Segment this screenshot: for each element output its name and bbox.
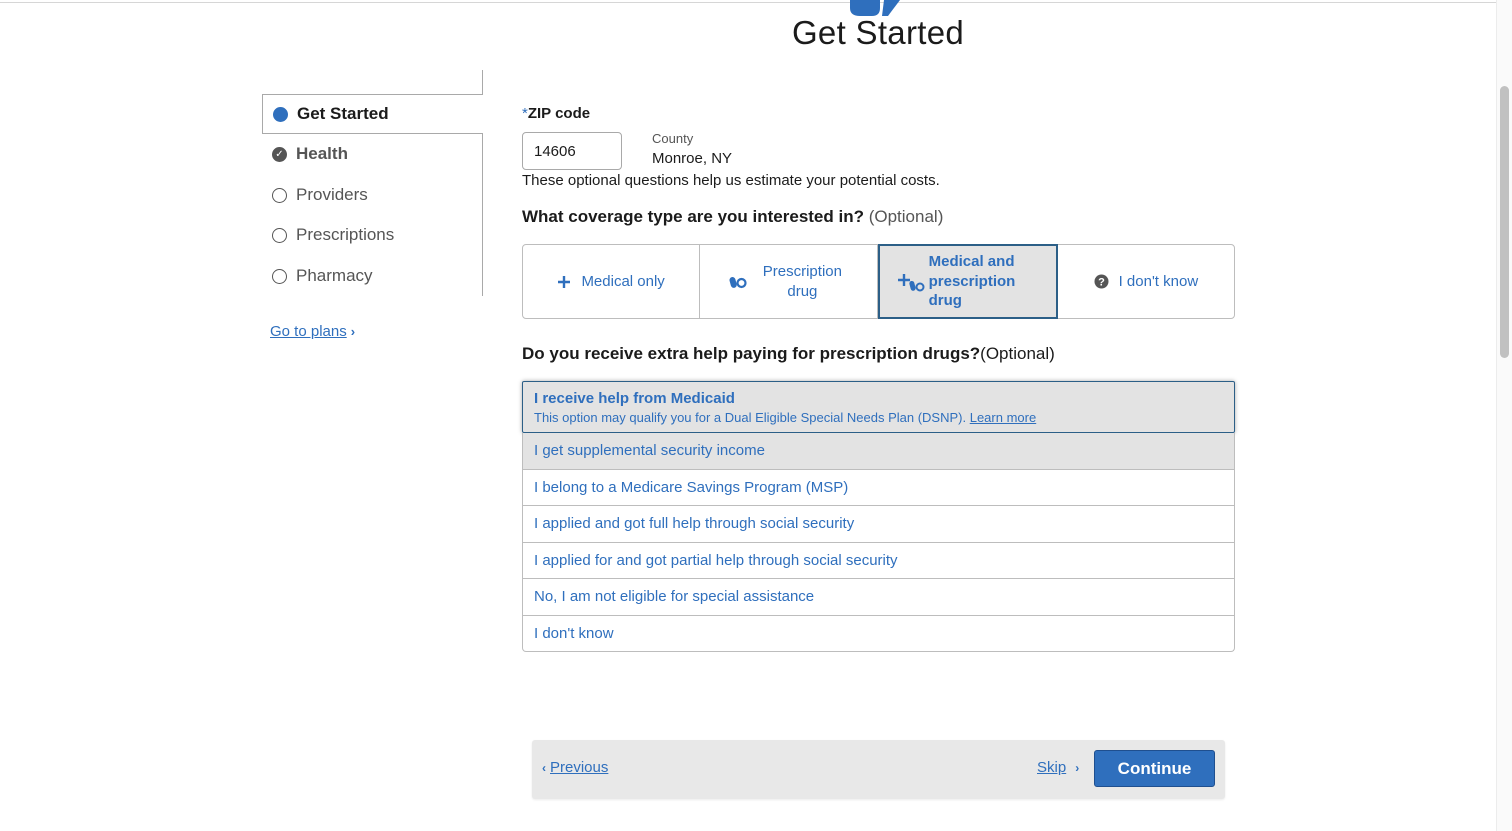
previous-link[interactable]: ‹ Previous [542,759,608,776]
county-label: County [652,131,694,146]
skip-link[interactable]: Skip › [1037,759,1079,776]
help-option-partial-help[interactable]: I applied for and got partial help throu… [522,542,1235,579]
coverage-option-medical-only[interactable]: Medical only [523,245,701,318]
zip-code-input[interactable] [522,132,622,170]
sidebar-item-get-started[interactable]: Get Started [262,94,483,134]
go-to-plans-link[interactable]: Go to plans › [270,323,355,340]
zip-label: *ZIP code [522,105,591,122]
sidebar-item-prescriptions[interactable]: Prescriptions [262,215,483,255]
sidebar-item-label: Prescriptions [296,225,395,244]
chevron-left-icon: ‹ [542,761,546,775]
sidebar-item-label: Providers [296,185,368,204]
go-to-plans-label: Go to plans [270,323,347,340]
help-option-ssi[interactable]: I get supplemental security income [522,433,1235,470]
pills-icon [729,275,747,289]
svg-text:?: ? [1098,277,1105,289]
learn-more-link[interactable]: Learn more [970,410,1036,425]
help-option-medicaid[interactable]: I receive help from Medicaid This option… [522,381,1235,433]
question-circle-icon: ? [1094,274,1109,289]
continue-button[interactable]: Continue [1094,750,1215,787]
chevron-right-icon: › [1075,761,1080,775]
sidebar-item-pharmacy[interactable]: Pharmacy [262,256,483,296]
extra-help-question: Do you receive extra help paying for pre… [522,344,1055,363]
sidebar-item-health[interactable]: ✓ Health [262,134,483,174]
sidebar-item-providers[interactable]: Providers [262,175,483,215]
empty-circle-icon [272,187,287,203]
chevron-right-icon: › [350,324,356,339]
plus-icon [557,275,571,289]
plus-pills-icon [897,271,925,293]
help-option-msp[interactable]: I belong to a Medicare Savings Program (… [522,469,1235,506]
sidebar-item-label: Get Started [297,104,389,123]
coverage-question: What coverage type are you interested in… [522,207,944,226]
optional-note: These optional questions help us estimat… [522,172,940,189]
coverage-option-dont-know[interactable]: ? I don't know [1058,245,1234,318]
sidebar-item-label: Health [296,144,348,163]
empty-circle-icon [272,268,287,284]
sidebar-item-label: Pharmacy [296,266,373,285]
help-option-full-help[interactable]: I applied and got full help through soci… [522,506,1235,543]
coverage-type-group: Medical only Prescription drug Medical a… [522,244,1235,319]
top-divider [0,2,1512,3]
county-value: Monroe, NY [652,150,733,167]
scrollbar-thumb[interactable] [1500,86,1509,358]
help-option-dont-know[interactable]: I don't know [522,615,1235,652]
extra-help-list: I receive help from Medicaid This option… [522,381,1235,652]
check-circle-icon: ✓ [272,146,287,162]
coverage-option-medical-and-prescription[interactable]: Medical and prescription drug [877,244,1058,319]
current-step-icon [273,106,288,122]
page-title: Get Started [791,14,965,51]
coverage-option-prescription-drug[interactable]: Prescription drug [700,245,878,318]
empty-circle-icon [272,227,287,243]
help-option-not-eligible[interactable]: No, I am not eligible for special assist… [522,579,1235,616]
